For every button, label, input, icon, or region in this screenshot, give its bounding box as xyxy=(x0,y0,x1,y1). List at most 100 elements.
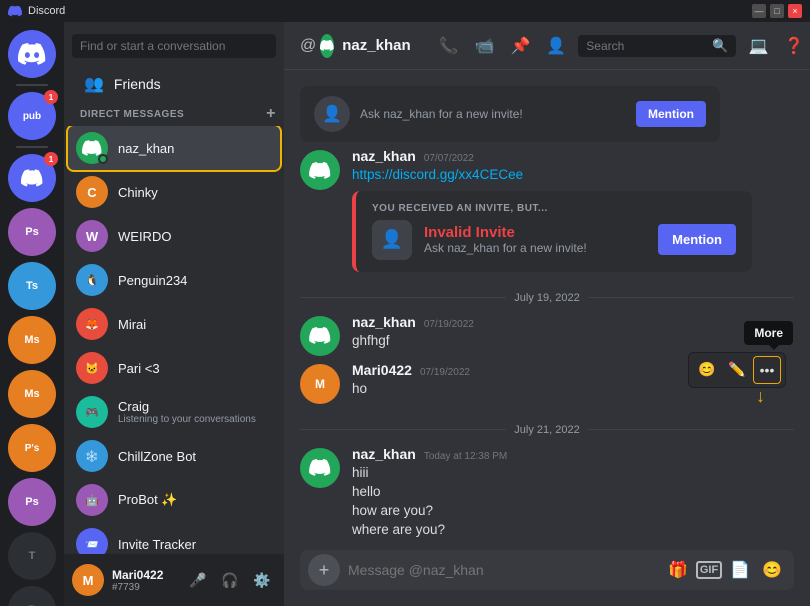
chat-messages: 👤 Ask naz_khan for a new invite! Mention… xyxy=(284,70,810,550)
invite-card-icon: 👤 xyxy=(372,220,412,260)
dm-sidebar: 👥 Friends DIRECT MESSAGES + naz_khan xyxy=(64,22,284,606)
chat-input-area: + 🎁 GIF 📄 😊 xyxy=(284,550,810,606)
sticker-icon[interactable]: 📄 xyxy=(726,556,754,584)
dm-list: naz_khan C Chinky W WEIRDO xyxy=(64,126,284,554)
voice-call-icon[interactable]: 📞 xyxy=(435,32,463,60)
dm-section-header: DIRECT MESSAGES + xyxy=(64,102,284,126)
gift-icon[interactable]: 🎁 xyxy=(664,556,692,584)
dm-status-online xyxy=(98,154,108,164)
msg-text-4-line1: hiii xyxy=(352,464,794,483)
chat-input[interactable] xyxy=(348,550,656,590)
dm-name-weirdo: WEIRDO xyxy=(118,229,272,244)
dm-avatar-mirai: 🦊 xyxy=(76,308,108,340)
server-badge: 1 xyxy=(44,90,58,104)
maximize-button[interactable]: □ xyxy=(770,4,784,18)
dm-name-wrap-chinky: Chinky xyxy=(118,185,272,200)
msg-text-4-line4: where are you? xyxy=(352,521,794,540)
add-member-icon[interactable]: 👤 xyxy=(542,32,570,60)
old-invite-card: 👤 Ask naz_khan for a new invite! Mention xyxy=(300,86,720,142)
dm-avatar-penguin234: 🐧 xyxy=(76,264,108,296)
msg-timestamp-1: 07/07/2022 xyxy=(424,153,474,164)
server-divider xyxy=(16,84,48,86)
server-sidebar: pub 1 1 Ps Ts Ms Ms P's Ps T R xyxy=(0,22,64,606)
discord-invite-link[interactable]: https://discord.gg/xx4CECee xyxy=(352,167,523,182)
dm-item-penguin234[interactable]: 🐧 Penguin234 xyxy=(68,258,280,302)
invite-card-label: YOU RECEIVED AN INVITE, BUT... xyxy=(372,203,736,214)
inbox-icon[interactable]: 💻 xyxy=(744,32,772,60)
date-line-left-2 xyxy=(300,429,506,430)
server-icon-home[interactable] xyxy=(8,30,56,78)
dm-add-button[interactable]: + xyxy=(266,106,276,122)
dm-item-naz-khan[interactable]: naz_khan xyxy=(68,126,280,170)
minimize-button[interactable]: — xyxy=(752,4,766,18)
settings-button[interactable]: ⚙️ xyxy=(248,566,276,594)
dm-item-pari[interactable]: 🐱 Pari <3 xyxy=(68,346,280,390)
dm-item-invite-tracker[interactable]: 📨 Invite Tracker xyxy=(68,522,280,554)
dm-name-probot: ProBot ✨ xyxy=(118,492,272,508)
titlebar-controls[interactable]: — □ × xyxy=(752,4,802,18)
dm-search-bar xyxy=(64,22,284,66)
edit-button[interactable]: ✏️ xyxy=(723,356,751,384)
dm-name-wrap-pari: Pari <3 xyxy=(118,361,272,376)
dm-avatar-invite-tracker: 📨 xyxy=(76,528,108,554)
chat-input-icons: 🎁 GIF 📄 😊 xyxy=(664,556,786,584)
dm-item-chinky[interactable]: C Chinky xyxy=(68,170,280,214)
server-icon-ms2[interactable]: Ms xyxy=(8,370,56,418)
server-icon-s1[interactable]: 1 xyxy=(8,154,56,202)
chat-header-avatar xyxy=(320,34,334,58)
more-button[interactable]: ••• xyxy=(753,356,781,384)
search-box[interactable]: Search 🔍 xyxy=(578,35,736,57)
discord-logo-icon xyxy=(8,4,22,18)
dm-item-weirdo[interactable]: W WEIRDO xyxy=(68,214,280,258)
help-icon[interactable]: ❓ xyxy=(780,32,808,60)
msg-text-4-line3: how are you? xyxy=(352,502,794,521)
date-line-left xyxy=(300,297,506,298)
attach-button[interactable]: + xyxy=(308,554,340,586)
emoji-icon[interactable]: 😊 xyxy=(758,556,786,584)
invite-card-body: 👤 Invalid Invite Ask naz_khan for a new … xyxy=(372,220,736,260)
dm-search-input[interactable] xyxy=(72,34,276,58)
msg-avatar-naz-khan-1 xyxy=(300,150,340,190)
dm-avatar-naz-khan xyxy=(76,132,108,164)
deafen-button[interactable]: 🎧 xyxy=(216,566,244,594)
invite-card: YOU RECEIVED AN INVITE, BUT... 👤 Invalid… xyxy=(352,191,752,272)
close-button[interactable]: × xyxy=(788,4,802,18)
msg-header-2: naz_khan 07/19/2022 xyxy=(352,314,794,330)
pin-icon[interactable]: 📌 xyxy=(506,32,534,60)
dm-name-chinky: Chinky xyxy=(118,185,272,200)
gif-button[interactable]: GIF xyxy=(696,561,722,579)
date-label-july21: July 21, 2022 xyxy=(514,424,579,436)
chat-header-icons: 📞 📹 📌 👤 Search 🔍 💻 ❓ xyxy=(435,32,809,60)
react-button[interactable]: 😊 xyxy=(693,356,721,384)
old-mention-button[interactable]: Mention xyxy=(636,101,706,127)
friends-item[interactable]: 👥 Friends xyxy=(68,66,280,102)
msg-content-4: naz_khan Today at 12:38 PM hiii hello ho… xyxy=(352,446,794,540)
video-call-icon[interactable]: 📹 xyxy=(471,32,499,60)
server-icon-t[interactable]: T xyxy=(8,532,56,580)
user-bar-info: Mari0422 #7739 xyxy=(112,568,176,593)
msg-timestamp-3: 07/19/2022 xyxy=(420,367,470,378)
mute-button[interactable]: 🎤 xyxy=(184,566,212,594)
user-bar-tag: #7739 xyxy=(112,582,176,593)
msg-content-1: naz_khan 07/07/2022 https://discord.gg/x… xyxy=(352,148,794,272)
server-icon-ms1[interactable]: Ms xyxy=(8,316,56,364)
server-icon-ps2[interactable]: P's xyxy=(8,424,56,472)
dm-avatar-craig: 🎮 xyxy=(76,396,108,428)
invite-mention-button[interactable]: Mention xyxy=(658,224,736,255)
dm-avatar-weirdo: W xyxy=(76,220,108,252)
dm-item-chillzone[interactable]: ❄️ ChillZone Bot xyxy=(68,434,280,478)
invite-card-title: Invalid Invite xyxy=(424,224,587,241)
message-actions: 😊 ✏️ ••• More ↓ xyxy=(688,352,786,388)
dm-item-probot[interactable]: 🤖 ProBot ✨ xyxy=(68,478,280,522)
server-icon-ps3[interactable]: Ps xyxy=(8,478,56,526)
dm-name-wrap-naz-khan: naz_khan xyxy=(118,141,272,156)
server-icon-public[interactable]: pub 1 xyxy=(8,92,56,140)
msg-username-4: naz_khan xyxy=(352,446,416,462)
dm-item-craig[interactable]: 🎮 Craig Listening to your conversations xyxy=(68,390,280,434)
dm-item-mirai[interactable]: 🦊 Mirai xyxy=(68,302,280,346)
server-icon-ts[interactable]: Ts xyxy=(8,262,56,310)
msg-avatar-naz-khan-4 xyxy=(300,448,340,488)
server-icon-r[interactable]: R xyxy=(8,586,56,606)
server-icon-ps1[interactable]: Ps xyxy=(8,208,56,256)
user-bar-icons: 🎤 🎧 ⚙️ xyxy=(184,566,276,594)
